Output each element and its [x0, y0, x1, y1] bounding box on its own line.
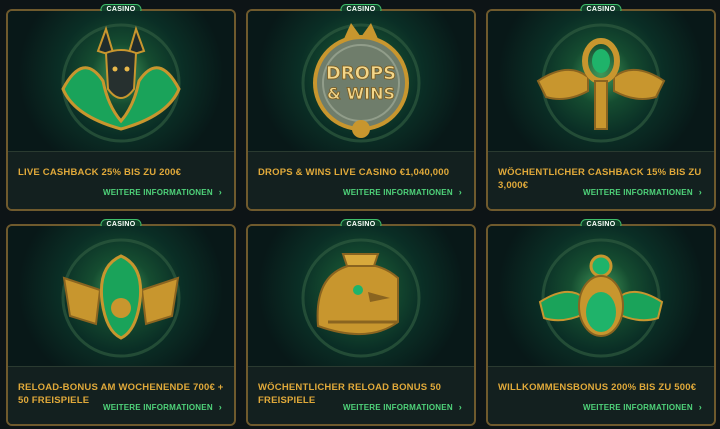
promo-card-info: WILLKOMMENSBONUS 200% BIS ZU 500€ WEITER…: [488, 366, 714, 424]
more-info-link[interactable]: WEITERE INFORMATIONEN ›: [583, 187, 702, 197]
promo-card[interactable]: CASINO DROPS & WINS DROPS & WINS LIVE CA…: [246, 4, 476, 211]
promo-card[interactable]: CASINO LIVE CASHBACK 25% BIS ZU 200€ WEI…: [6, 4, 236, 211]
promo-card-info: DROPS & WINS LIVE CASINO €1,040,000 WEIT…: [248, 151, 474, 209]
promo-card[interactable]: CASINO WILLKOMMENSBONUS 200% BIS ZU 500€…: [486, 219, 716, 426]
promo-card-image[interactable]: [8, 11, 234, 151]
more-info-link[interactable]: WEITERE INFORMATIONEN ›: [103, 402, 222, 412]
promo-card-info: LIVE CASHBACK 25% BIS ZU 200€ WEITERE IN…: [8, 151, 234, 209]
promo-card-image[interactable]: DROPS & WINS: [248, 11, 474, 151]
drops-and-wins-medallion-icon: DROPS & WINS: [301, 23, 421, 143]
chevron-right-icon: ›: [458, 187, 462, 197]
winged-cobra-icon: [61, 238, 181, 358]
more-info-label: WEITERE INFORMATIONEN: [342, 403, 453, 412]
promo-card[interactable]: CASINO WÖCHENTLICHER RELOAD BONUS 50 FRE…: [246, 219, 476, 426]
more-info-label: WEITERE INFORMATIONEN: [102, 403, 213, 412]
art-text-line-1: DROPS: [326, 63, 396, 84]
chevron-right-icon: ›: [458, 402, 462, 412]
promo-title: LIVE CASHBACK 25% BIS ZU 200€: [18, 167, 182, 178]
more-info-label: WEITERE INFORMATIONEN: [582, 188, 693, 197]
promo-card-image[interactable]: [8, 226, 234, 366]
anubis-icon: [61, 23, 181, 143]
promo-card-info: WÖCHENTLICHER RELOAD BONUS 50 FREISPIELE…: [248, 366, 474, 424]
horus-falcon-icon: [301, 238, 421, 358]
more-info-label: WEITERE INFORMATIONEN: [102, 188, 213, 197]
promo-title: DROPS & WINS LIVE CASINO €1,040,000: [258, 167, 450, 178]
promo-card-image[interactable]: [248, 226, 474, 366]
promo-card-info: WÖCHENTLICHER CASHBACK 15% BIS ZU 3,000€…: [488, 151, 714, 209]
promo-card-image[interactable]: [488, 226, 714, 366]
more-info-link[interactable]: WEITERE INFORMATIONEN ›: [343, 187, 462, 197]
promo-card[interactable]: CASINO WÖCHENTLICHER CASHBACK 15% BIS ZU…: [486, 4, 716, 211]
chevron-right-icon: ›: [218, 402, 222, 412]
more-info-label: WEITERE INFORMATIONEN: [582, 403, 693, 412]
more-info-link[interactable]: WEITERE INFORMATIONEN ›: [583, 402, 702, 412]
scarab-icon: [538, 238, 664, 358]
promo-title: WILLKOMMENSBONUS 200% BIS ZU 500€: [498, 382, 697, 393]
art-text-line-2: & WINS: [327, 84, 395, 103]
winged-ankh-icon: [536, 23, 666, 143]
promo-card-image[interactable]: [488, 11, 714, 151]
more-info-label: WEITERE INFORMATIONEN: [342, 188, 453, 197]
more-info-link[interactable]: WEITERE INFORMATIONEN ›: [103, 187, 222, 197]
promotions-grid: CASINO LIVE CASHBACK 25% BIS ZU 200€ WEI…: [0, 0, 720, 429]
chevron-right-icon: ›: [698, 402, 702, 412]
promo-card-info: RELOAD-BONUS AM WOCHENENDE 700€ + 50 FRE…: [8, 366, 234, 424]
promo-card[interactable]: CASINO RELOAD-BONUS AM WOCHENENDE 700€ +…: [6, 219, 236, 426]
more-info-link[interactable]: WEITERE INFORMATIONEN ›: [343, 402, 462, 412]
chevron-right-icon: ›: [218, 187, 222, 197]
chevron-right-icon: ›: [698, 187, 702, 197]
